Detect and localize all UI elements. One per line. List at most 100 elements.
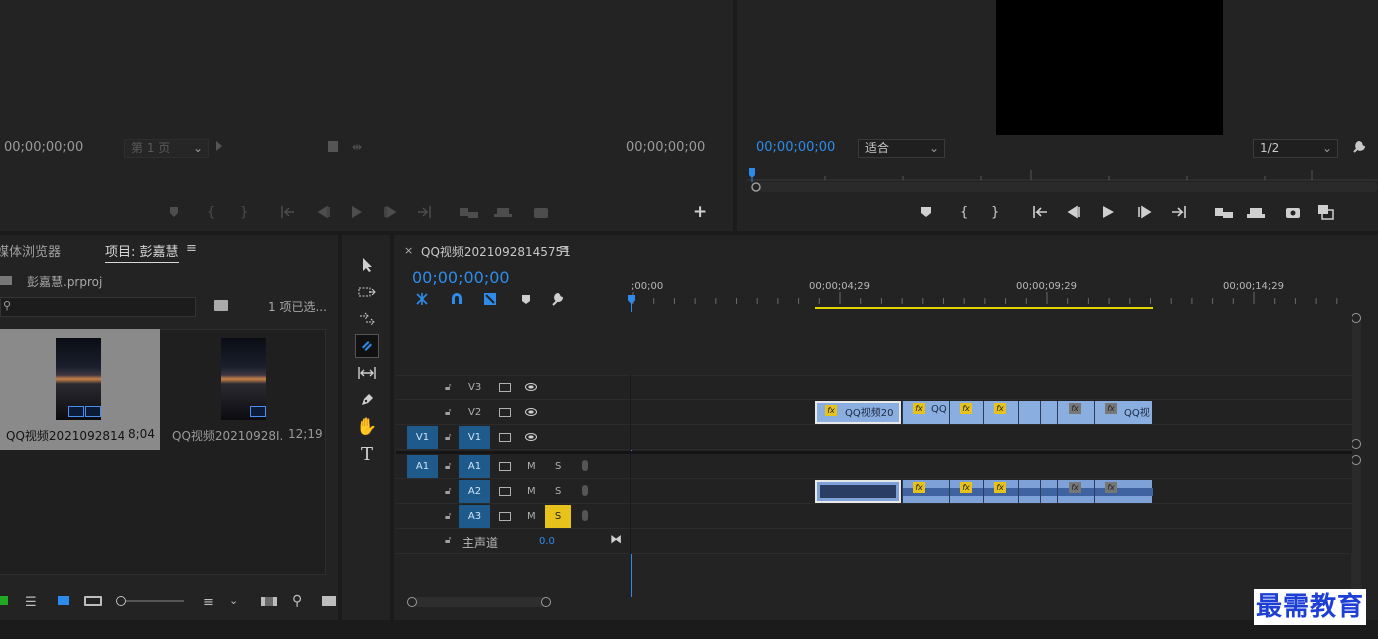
close-tab-icon[interactable]: × bbox=[404, 244, 413, 257]
find-in-bin-icon[interactable] bbox=[214, 300, 228, 311]
lock-icon[interactable] bbox=[0, 596, 8, 605]
mute-button[interactable]: M bbox=[527, 486, 536, 497]
track-target-a1[interactable]: A1 bbox=[459, 455, 490, 478]
tab-media-browser[interactable]: 媒体浏览器 bbox=[0, 241, 61, 260]
panel-menu-icon[interactable]: ≡ bbox=[186, 241, 197, 256]
audio-clip[interactable] bbox=[1018, 480, 1041, 503]
audio-clip[interactable]: fx bbox=[902, 480, 950, 503]
search-input[interactable]: ⚲ bbox=[0, 297, 196, 317]
audio-clip[interactable]: fx bbox=[1057, 480, 1095, 503]
eye-icon[interactable] bbox=[525, 433, 537, 441]
lock-icon[interactable]: 🔓︎ bbox=[445, 461, 451, 472]
video-clip[interactable]: fx bbox=[1057, 401, 1094, 424]
freeform-view-icon[interactable] bbox=[84, 596, 102, 606]
eye-icon[interactable] bbox=[525, 408, 537, 416]
sync-lock-icon[interactable] bbox=[499, 462, 511, 471]
ripple-edit-tool[interactable] bbox=[355, 307, 379, 331]
audio-tracks-scrollbar[interactable] bbox=[1351, 455, 1361, 595]
project-item[interactable]: QQ视频2021092814... 8;04 bbox=[0, 329, 160, 450]
automate-to-sequence-icon[interactable] bbox=[261, 597, 277, 606]
audio-clip[interactable]: fx bbox=[1094, 480, 1153, 503]
program-time-ruler[interactable] bbox=[747, 166, 1378, 194]
video-clip[interactable] bbox=[1040, 401, 1057, 424]
time-ruler[interactable] bbox=[631, 292, 1352, 312]
type-tool[interactable]: T bbox=[355, 442, 379, 466]
icon-view-icon[interactable] bbox=[58, 596, 69, 605]
go-to-in-out-icon[interactable]: ⧓ bbox=[610, 532, 622, 546]
pen-tool[interactable] bbox=[355, 388, 379, 412]
video-tracks-scrollbar[interactable] bbox=[1351, 313, 1361, 449]
export-frame-icon[interactable] bbox=[328, 141, 338, 152]
audio-clip[interactable] bbox=[1040, 480, 1058, 503]
audio-clip[interactable]: fx bbox=[983, 480, 1019, 503]
video-clip[interactable] bbox=[1018, 401, 1040, 424]
mute-button[interactable]: M bbox=[527, 511, 536, 522]
fit-select[interactable]: 适合 ⌄ bbox=[858, 139, 945, 158]
video-clip[interactable]: fx QQ视 bbox=[1094, 401, 1152, 424]
track-select-tool[interactable] bbox=[355, 280, 379, 304]
mute-button[interactable]: M bbox=[527, 461, 536, 472]
video-clip[interactable]: fx bbox=[983, 401, 1018, 424]
track-target-a2[interactable]: A2 bbox=[459, 480, 490, 503]
track-target-v1[interactable]: V1 bbox=[459, 426, 490, 449]
hand-tool[interactable]: ✋ bbox=[355, 415, 379, 439]
sync-lock-icon[interactable] bbox=[499, 487, 511, 496]
scroll-handle-top[interactable] bbox=[1351, 313, 1361, 323]
scroll-handle-top[interactable] bbox=[1351, 455, 1361, 465]
master-volume-value[interactable]: 0.0 bbox=[539, 536, 555, 547]
slip-tool[interactable] bbox=[355, 361, 379, 385]
timeline-zoom-scrollbar[interactable] bbox=[407, 597, 1352, 607]
zoom-slider[interactable] bbox=[116, 596, 186, 606]
audio-clip[interactable]: fx bbox=[949, 480, 984, 503]
source-timecode-left[interactable]: 00;00;00;00 bbox=[4, 140, 83, 155]
zoom-handle-left[interactable] bbox=[407, 597, 417, 607]
lock-icon[interactable]: 🔓︎ bbox=[445, 511, 451, 522]
sync-lock-icon[interactable] bbox=[499, 408, 511, 417]
panel-menu-icon[interactable]: ≡ bbox=[559, 242, 570, 257]
add-button-icon[interactable]: + bbox=[693, 202, 707, 222]
page-select[interactable]: 第 1 页 ⌄ bbox=[124, 139, 209, 158]
find-icon[interactable]: ⚲ bbox=[292, 593, 302, 609]
new-bin-icon[interactable] bbox=[322, 596, 336, 606]
zoom-bar-fill[interactable] bbox=[412, 597, 549, 607]
wrench-icon[interactable] bbox=[1351, 139, 1367, 155]
razor-tool[interactable] bbox=[355, 334, 379, 358]
solo-button[interactable]: S bbox=[555, 486, 561, 497]
microphone-icon[interactable] bbox=[582, 485, 588, 496]
eye-icon[interactable] bbox=[525, 383, 537, 391]
play-small-icon[interactable] bbox=[216, 141, 222, 151]
solo-button[interactable]: S bbox=[555, 461, 561, 472]
track-label-v2[interactable]: V2 bbox=[468, 407, 481, 418]
solo-button-active[interactable]: S bbox=[545, 505, 571, 528]
scroll-handle-bottom[interactable] bbox=[1351, 439, 1361, 449]
microphone-icon[interactable] bbox=[582, 510, 588, 521]
list-view-icon[interactable]: ☰ bbox=[25, 595, 37, 610]
video-clip-selected[interactable]: fx QQ视频20 bbox=[815, 401, 901, 424]
lock-icon[interactable]: 🔓︎ bbox=[445, 407, 451, 418]
sync-lock-icon[interactable] bbox=[499, 383, 511, 392]
video-clip[interactable]: fx QQ bbox=[902, 401, 949, 424]
sort-icon[interactable]: ≡ bbox=[203, 595, 214, 610]
selection-tool[interactable] bbox=[355, 253, 379, 277]
microphone-icon[interactable] bbox=[582, 460, 588, 471]
zoom-slider-handle[interactable] bbox=[116, 596, 126, 606]
lock-icon[interactable]: 🔓︎ bbox=[445, 432, 451, 443]
lock-icon[interactable]: 🔓︎ bbox=[445, 486, 451, 497]
source-patch-a1[interactable]: A1 bbox=[407, 455, 438, 478]
track-target-a3[interactable]: A3 bbox=[459, 505, 490, 528]
video-clip[interactable]: fx bbox=[949, 401, 983, 424]
source-patch-v1[interactable]: V1 bbox=[407, 426, 438, 449]
sync-lock-icon[interactable] bbox=[499, 433, 511, 442]
insert-icon[interactable]: ⇹ bbox=[352, 140, 362, 154]
program-timecode[interactable]: 00;00;00;00 bbox=[756, 140, 835, 155]
track-label-v3[interactable]: V3 bbox=[468, 382, 481, 393]
sync-lock-icon[interactable] bbox=[499, 512, 511, 521]
tab-project[interactable]: 项目: 彭嘉慧 bbox=[105, 241, 179, 263]
zoom-handle-right[interactable] bbox=[541, 597, 551, 607]
lock-icon[interactable]: 🔓︎ bbox=[445, 382, 451, 393]
audio-clip-selected[interactable] bbox=[815, 480, 901, 503]
lock-icon[interactable]: 🔓︎ bbox=[445, 535, 451, 546]
project-item[interactable]: QQ视频20210928I... 12;19 bbox=[164, 329, 324, 450]
chevron-down-icon[interactable]: ⌄ bbox=[229, 594, 238, 607]
resolution-select[interactable]: 1/2 ⌄ bbox=[1253, 139, 1338, 158]
